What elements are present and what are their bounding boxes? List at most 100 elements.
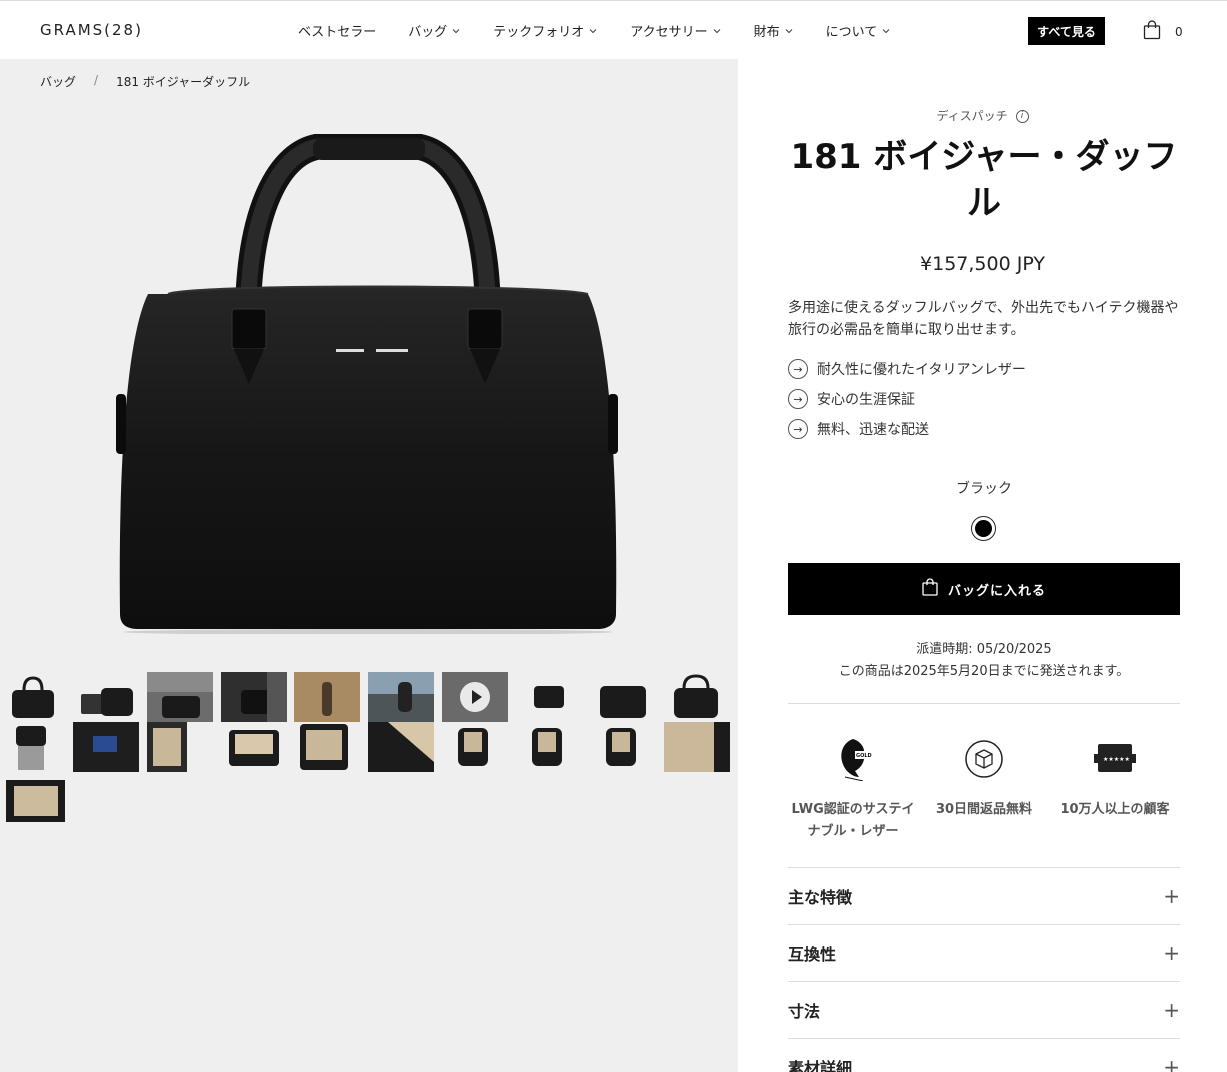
product-info-panel: ディスパッチ i 181 ボイジャー・ダッフル ¥157,500 JPY 多用途…	[738, 59, 1227, 1072]
dispatch-text: ディスパッチ	[936, 109, 1008, 123]
badge-label: 30日間返品無料	[935, 802, 1033, 817]
thumbnail[interactable]	[516, 722, 582, 772]
thumbnail[interactable]	[147, 722, 213, 772]
selected-color-label: ブラック	[956, 481, 1012, 497]
thumbnail[interactable]	[73, 722, 139, 772]
nav-label: について	[825, 25, 878, 40]
add-to-bag-button[interactable]: バッグに入れる	[788, 563, 1180, 615]
thumbnail[interactable]	[664, 722, 730, 772]
thumbnail[interactable]	[442, 722, 508, 772]
chevron-down-icon	[451, 26, 461, 36]
chevron-down-icon	[712, 26, 722, 36]
main-nav: ベストセラー バッグ テックフォリオ アクセサリー 財布 について	[298, 21, 923, 40]
chevron-down-icon	[881, 26, 891, 36]
nav-item-bestsellers[interactable]: ベストセラー	[298, 21, 376, 40]
product-title: 181 ボイジャー・ダッフル	[790, 137, 1178, 223]
main-product-image[interactable]	[108, 133, 628, 635]
arrow-right-icon: →	[788, 359, 808, 379]
ship-note: この商品は2025年5月20日までに発送されます。	[838, 664, 1130, 679]
nav-item-wallets[interactable]: 財布	[754, 21, 794, 40]
color-swatch-black[interactable]	[971, 516, 996, 541]
svg-text:GOLD: GOLD	[856, 753, 872, 759]
feature-text: 耐久性に優れたイタリアンレザー	[817, 362, 1026, 378]
thumbnail[interactable]	[221, 672, 287, 722]
breadcrumb: バッグ / 181 ボイジャーダッフル	[40, 73, 250, 90]
product-gallery: バッグ / 181 ボイジャーダッフル	[0, 59, 738, 1072]
site-logo[interactable]: GRAMS(28)	[40, 21, 143, 39]
see-all-button[interactable]: すべて見る	[1028, 17, 1105, 45]
cart-button[interactable]: 0	[1143, 20, 1183, 43]
nav-item-techfolio[interactable]: テックフォリオ	[493, 21, 598, 40]
accordion-label: 寸法	[788, 1002, 821, 1021]
feature-list: → 耐久性に優れたイタリアンレザー → 安心の生涯保証 → 無料、迅速な配送	[788, 354, 1026, 444]
thumbnail[interactable]	[516, 672, 582, 722]
ship-date: 派遣時期: 05/20/2025	[916, 642, 1052, 657]
nav-item-accessories[interactable]: アクセサリー	[630, 21, 721, 40]
arrow-right-icon: →	[788, 389, 808, 409]
plus-icon: +	[1163, 884, 1180, 908]
thumbnail[interactable]	[590, 722, 656, 772]
accordion-label: 互換性	[788, 945, 837, 964]
accordion-materials[interactable]: 素材詳細 +	[788, 1038, 1180, 1072]
thumbnail[interactable]	[6, 672, 72, 722]
nav-item-about[interactable]: について	[826, 21, 892, 40]
product-description: 多用途に使えるダッフルバッグで、外出先でもハイテク機器や旅行の必需品を簡単に取り…	[788, 300, 1179, 338]
feature-item: → 無料、迅速な配送	[788, 414, 1026, 444]
chevron-down-icon	[588, 26, 598, 36]
nav-item-bags[interactable]: バッグ	[408, 21, 461, 40]
add-to-bag-label: バッグに入れる	[947, 583, 1046, 599]
site-header: GRAMS(28) ベストセラー バッグ テックフォリオ アクセサリー 財布 に…	[0, 0, 1227, 59]
cart-count: 0	[1175, 24, 1183, 39]
thumbnail[interactable]	[664, 672, 730, 722]
thumbnail[interactable]	[6, 722, 72, 772]
play-icon	[460, 682, 490, 712]
product-price: ¥157,500 JPY	[920, 253, 1045, 275]
shipping-info: 派遣時期: 05/20/2025 この商品は2025年5月20日までに発送されま…	[738, 639, 1227, 683]
gold-rated-leaf-icon: GOLD	[788, 735, 918, 783]
divider	[788, 703, 1180, 704]
box-return-icon	[919, 735, 1049, 783]
accordion-label: 素材詳細	[788, 1059, 853, 1072]
accordion-label: 主な特徴	[788, 888, 853, 907]
plus-icon: +	[1163, 998, 1180, 1022]
accordion-compatibility[interactable]: 互換性 +	[788, 924, 1180, 981]
shopping-bag-icon	[1143, 20, 1175, 43]
svg-text:★★★★★: ★★★★★	[1103, 756, 1130, 763]
badge-lwg: GOLD LWG認証のサステイナブル・レザー	[788, 735, 918, 843]
feature-item: → 安心の生涯保証	[788, 384, 1026, 414]
trust-badges: GOLD LWG認証のサステイナブル・レザー 30日間返品無料 ★★★★★ 10…	[788, 735, 1180, 843]
badge-returns: 30日間返品無料	[919, 735, 1049, 843]
thumbnail[interactable]	[6, 780, 65, 822]
shopping-bag-icon	[922, 578, 948, 600]
arrow-right-icon: →	[788, 419, 808, 439]
breadcrumb-current: 181 ボイジャーダッフル	[116, 75, 251, 89]
nav-label: 財布	[753, 25, 780, 40]
plus-icon: +	[1163, 1055, 1180, 1072]
thumbnail[interactable]	[294, 672, 360, 722]
thumbnail[interactable]	[73, 672, 139, 722]
thumbnail[interactable]	[147, 672, 213, 722]
feature-text: 無料、迅速な配送	[817, 422, 929, 438]
nav-label: テックフォリオ	[493, 25, 585, 40]
thumbnail[interactable]	[221, 722, 287, 772]
feature-item: → 耐久性に優れたイタリアンレザー	[788, 354, 1026, 384]
info-icon[interactable]: i	[1015, 110, 1029, 123]
accordion-features[interactable]: 主な特徴 +	[788, 867, 1180, 924]
feature-text: 安心の生涯保証	[817, 392, 915, 408]
dispatch-label: ディスパッチ i	[738, 107, 1227, 124]
thumbnail[interactable]	[294, 722, 360, 772]
thumbnail[interactable]	[368, 722, 434, 772]
nav-label: アクセサリー	[630, 25, 708, 40]
accordion-dimensions[interactable]: 寸法 +	[788, 981, 1180, 1038]
video-thumbnail[interactable]	[442, 672, 508, 722]
badge-customers: ★★★★★ 10万人以上の顧客	[1050, 735, 1180, 843]
nav-label: ベストセラー	[298, 25, 377, 40]
badge-label: LWG認証のサステイナブル・レザー	[791, 802, 915, 839]
badge-label: 10万人以上の顧客	[1060, 802, 1170, 817]
plus-icon: +	[1163, 941, 1180, 965]
thumbnail[interactable]	[590, 672, 656, 722]
thumbnail[interactable]	[368, 672, 434, 722]
breadcrumb-link-bags[interactable]: バッグ	[40, 73, 76, 90]
breadcrumb-separator: /	[94, 73, 99, 87]
nav-label: バッグ	[408, 25, 448, 40]
